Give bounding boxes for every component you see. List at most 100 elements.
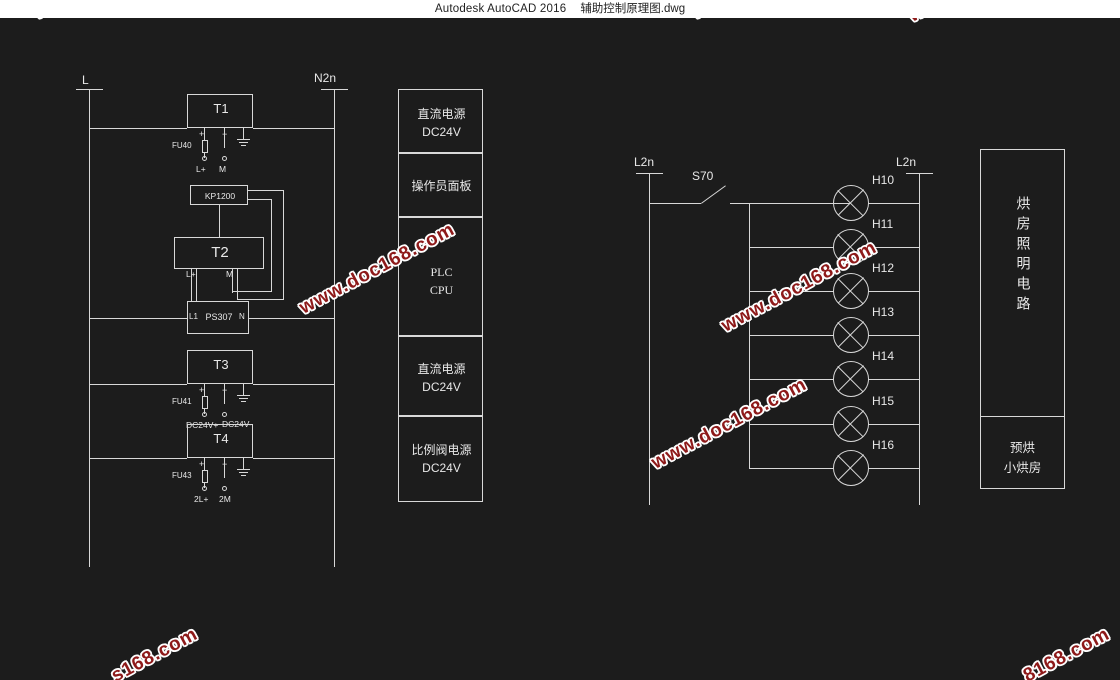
block-t1[interactable]: T1 bbox=[187, 94, 253, 128]
t3-minus-lead bbox=[224, 384, 225, 404]
ps307-terminal-l1-label: L1 bbox=[189, 312, 198, 321]
kp1200-lead-down bbox=[219, 205, 220, 237]
t2-lead-m-join bbox=[237, 291, 238, 300]
n2n-rail-line bbox=[334, 89, 335, 567]
legend-vertical-title: 烘房照明电路 bbox=[980, 196, 1065, 321]
t1-terminal-m-label: M bbox=[219, 164, 227, 174]
lamp-h12-label: H12 bbox=[872, 261, 895, 275]
t3-ground-lead bbox=[243, 384, 244, 395]
t2-lead-m-cross2 bbox=[237, 299, 284, 300]
plc-module-valve-power-line2: DC24V bbox=[422, 461, 461, 475]
block-t2[interactable]: T2 bbox=[174, 237, 264, 269]
lamp-h13-wire-right bbox=[868, 335, 920, 336]
plc-module-cpu[interactable]: PLC CPU bbox=[398, 217, 483, 336]
lamp-h13-wire-left bbox=[749, 335, 834, 336]
lamp-h15-wire-left bbox=[749, 424, 834, 425]
block-kp1200[interactable]: KP1200 bbox=[190, 185, 248, 205]
t1-ground-bar2 bbox=[239, 142, 248, 143]
block-t4-label: T4 bbox=[213, 431, 229, 446]
t4-ground-bar1 bbox=[237, 469, 250, 470]
fuse-fu43-label: FU43 bbox=[172, 471, 192, 480]
legend-vertical-title-text: 烘房照明电路 bbox=[1015, 196, 1032, 316]
t4-terminal-2lplus-label: 2L+ bbox=[194, 494, 209, 504]
legend-footer-line2: 小烘房 bbox=[1003, 461, 1042, 475]
t3-wire-right bbox=[253, 384, 335, 385]
t2-lead-m-v bbox=[232, 269, 233, 293]
t4-wire-left bbox=[89, 458, 187, 459]
t3-terminal-minus-dot bbox=[222, 412, 227, 417]
plc-module-dc-power-top[interactable]: 直流电源 DC24V bbox=[398, 89, 483, 153]
t1-terminal-lplus-dot bbox=[202, 156, 207, 161]
plc-module-dc-power-bottom-line1: 直流电源 bbox=[417, 362, 466, 376]
lamp-h10-wire-right bbox=[868, 203, 920, 204]
block-kp1200-label: KP1200 bbox=[204, 191, 236, 201]
lamp-h12-wire-left bbox=[749, 291, 834, 292]
lamp-h16-wire-right bbox=[868, 468, 920, 469]
lamp-h11-wire-left bbox=[749, 247, 834, 248]
kp1200-lead-a-v bbox=[283, 190, 284, 300]
t4-terminal-2lplus-dot bbox=[202, 486, 207, 491]
t1-ground-bar3 bbox=[241, 145, 246, 146]
lamp-h12-wire-right bbox=[868, 291, 920, 292]
plc-module-dc-power-top-line2: DC24V bbox=[422, 125, 461, 139]
plc-module-operator-panel-line1: 操作员面板 bbox=[411, 179, 472, 193]
right-rail-left-label: L2n bbox=[634, 155, 655, 169]
right-rail-left-line bbox=[649, 173, 650, 505]
left-rail-top-tick bbox=[76, 89, 103, 90]
right-rail-left-tick bbox=[636, 173, 663, 174]
t1-wire-right bbox=[253, 128, 335, 129]
block-t1-label: T1 bbox=[213, 101, 229, 116]
plc-module-dc-power-bottom-line2: DC24V bbox=[422, 380, 461, 394]
block-t2-label: T2 bbox=[211, 244, 229, 261]
lamp-h11-wire-right bbox=[868, 247, 920, 248]
lamp-h16-wire-left bbox=[749, 468, 834, 469]
plc-module-dc-power-top-line1: 直流电源 bbox=[417, 107, 466, 121]
t2-lead-lplus-v2 bbox=[196, 269, 197, 301]
left-rail-label: L bbox=[82, 73, 89, 87]
t1-minus-lead bbox=[224, 128, 225, 148]
lamp-h14-label: H14 bbox=[872, 349, 895, 363]
lamp-h14-wire-left bbox=[749, 379, 834, 380]
t3-ground-bar2 bbox=[239, 398, 248, 399]
t2-lead-m-cross1 bbox=[232, 291, 272, 292]
s70-switch-label: S70 bbox=[692, 169, 714, 183]
t4-minus-lead bbox=[224, 458, 225, 478]
lamp-bus-line bbox=[749, 203, 750, 469]
fuse-fu40-label: FU40 bbox=[172, 141, 192, 150]
legend-footer-line1: 预烘 bbox=[1009, 441, 1035, 455]
plc-module-operator-panel[interactable]: 操作员面板 bbox=[398, 153, 483, 217]
lamp-h11-label: H11 bbox=[872, 217, 894, 231]
n2n-rail-top-tick bbox=[321, 89, 348, 90]
fuse-fu41-label: FU41 bbox=[172, 397, 192, 406]
block-t3-label: T3 bbox=[213, 357, 229, 372]
block-t3[interactable]: T3 bbox=[187, 350, 253, 384]
lamp-h10-wire-left bbox=[749, 203, 834, 204]
window-title-bar: Autodesk AutoCAD 2016 辅助控制原理图.dwg bbox=[0, 0, 1120, 18]
drawing-file-name: 辅助控制原理图.dwg bbox=[580, 3, 686, 15]
t3-ground-bar1 bbox=[237, 395, 250, 396]
s70-wire-left bbox=[649, 203, 701, 204]
s70-switch-blade bbox=[701, 185, 726, 204]
plc-module-dc-power-bottom[interactable]: 直流电源 DC24V bbox=[398, 336, 483, 416]
t3-terminal-plus-dot bbox=[202, 412, 207, 417]
ps307-wire-right bbox=[249, 318, 335, 319]
lamp-h15-wire-right bbox=[868, 424, 920, 425]
t4-terminal-2m-label: 2M bbox=[219, 494, 231, 504]
kp1200-lead-b-v bbox=[271, 199, 272, 291]
t3-ground-bar3 bbox=[241, 401, 246, 402]
fuse-fu43-symbol bbox=[202, 470, 208, 483]
plc-module-valve-power[interactable]: 比例阀电源 DC24V bbox=[398, 416, 483, 502]
right-rail-right-tick bbox=[906, 173, 933, 174]
fuse-fu41-symbol bbox=[202, 396, 208, 409]
application-name: Autodesk AutoCAD 2016 bbox=[434, 3, 567, 15]
lamp-h16-label: H16 bbox=[872, 438, 895, 452]
legend-divider bbox=[981, 416, 1064, 417]
plc-module-cpu-line1: PLC bbox=[430, 265, 453, 279]
t1-terminal-m-dot bbox=[222, 156, 227, 161]
lamp-h15-label: H15 bbox=[872, 394, 895, 408]
plc-module-valve-power-line1: 比例阀电源 bbox=[411, 443, 472, 457]
block-t4[interactable]: T4 bbox=[187, 424, 253, 458]
ps307-terminal-n-label: N bbox=[239, 312, 245, 321]
drawing-canvas[interactable]: L N2n T1 + − FU40 L+ M KP1200 bbox=[0, 18, 1120, 680]
t4-wire-right bbox=[253, 458, 335, 459]
